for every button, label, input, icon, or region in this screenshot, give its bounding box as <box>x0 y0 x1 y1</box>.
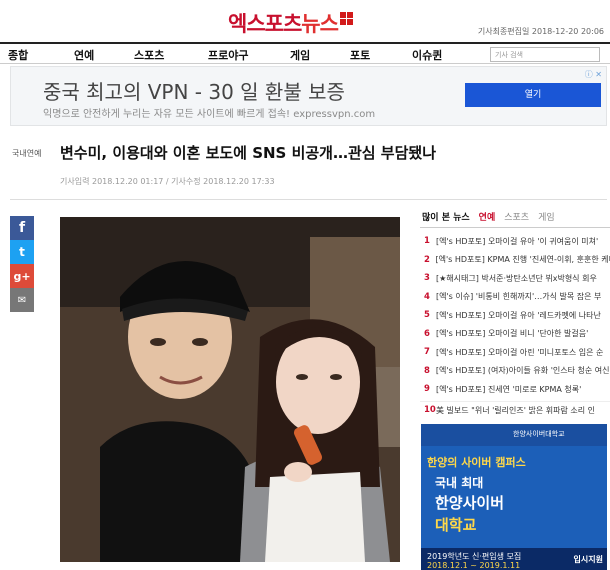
main-nav: 종합 연예 스포츠 프로야구 게임 포토 이슈퀸 기사 검색 <box>0 42 610 64</box>
list-item-title[interactable]: [엑's 이슈] '비통비 힌해까지'…가식 발목 잡은 부 <box>436 291 601 302</box>
list-item[interactable]: 3 [★해시태그] 박서준·방탄소년단 뷔x박형식 회우 <box>420 269 610 288</box>
list-item-title[interactable]: 美 빌보드 "위너 '릴리인즈' 밝은 휘파람 소리 인 <box>436 405 595 416</box>
ad-info-close-icon[interactable]: ⓘ ✕ <box>585 69 602 80</box>
list-item-title[interactable]: [엑's HD포토] 오마이걸 비니 '단아한 발걸음' <box>436 328 588 339</box>
banner-line-1: 한양의 사이버 캠퍼스 <box>427 456 526 469</box>
vpn-ad-banner[interactable]: 중국 최고의 VPN - 30 일 환불 보증 익명으로 안전하게 누리는 자유… <box>10 66 607 126</box>
search-input[interactable]: 기사 검색 <box>490 47 600 62</box>
list-item[interactable]: 9 [엑's HD포토] 진세연 '미로로 KPMA 청록' <box>420 380 610 399</box>
banner-line-2: 국내 최대 <box>435 476 484 490</box>
tab-game[interactable]: 게임 <box>538 210 555 223</box>
banner-line-3: 한양사이버 <box>435 494 505 512</box>
popular-news: 많이 본 뉴스 연예 스포츠 게임 1 [엑's HD포토] 오마이걸 유아 '이… <box>420 210 610 419</box>
list-item[interactable]: 2 [엑's HD포토] KPMA 진행 '진세연-이휘, 훈훈한 케미' <box>420 251 610 270</box>
list-item-title[interactable]: [★해시태그] 박서준·방탄소년단 뷔x박형식 회우 <box>436 273 597 284</box>
popular-news-list: 1 [엑's HD포토] 오마이걸 유아 '이 귀여움이 미쳐' 2 [엑's HD… <box>420 232 610 419</box>
article-headline: 변수미, 이용대와 이혼 보도에 SNS 비공개…관심 부담됐나 <box>60 144 436 162</box>
list-item[interactable]: 5 [엑's HD포토] 오마이걸 유아 '레드카펫에 나타난 <box>420 306 610 325</box>
rank-number: 9 <box>424 384 430 395</box>
nav-item-issue-queen[interactable]: 이슈퀸 <box>412 47 442 63</box>
ad-open-button[interactable]: 열기 <box>465 83 601 107</box>
rank-number: 8 <box>424 365 430 376</box>
article-dates: 기사입력 2018.12.20 01:17 / 기사수정 2018.12.20 … <box>60 177 275 186</box>
rank-number: 1 <box>424 236 430 247</box>
site-logo[interactable]: 엑스포츠 뉴스 <box>228 8 353 38</box>
nav-item-baseball[interactable]: 프로야구 <box>208 47 248 63</box>
university-ad-banner[interactable]: 한양사이버대학교 한양의 사이버 캠퍼스 국내 최대 한양사이버 대학교 201… <box>421 424 607 570</box>
list-item-title[interactable]: [엑's HD포토] 오마이걸 아린 '미니포토스 입은 순 <box>436 347 603 358</box>
logo-mark-icon <box>339 11 353 25</box>
share-bar: f t g+ ✉ <box>10 216 34 312</box>
rank-number: 10 <box>424 405 436 416</box>
list-item-title[interactable]: [엑's HD포토] 오마이걸 유아 '레드카펫에 나타난 <box>436 310 601 321</box>
popular-news-header: 많이 본 뉴스 연예 스포츠 게임 <box>420 210 610 228</box>
banner-period-text: 2018.12.1 ~ 2019.1.11 <box>427 561 521 570</box>
list-item[interactable]: 1 [엑's HD포토] 오마이걸 유아 '이 귀여움이 미쳐' <box>420 232 610 251</box>
list-item[interactable]: 7 [엑's HD포토] 오마이걸 아린 '미니포토스 입은 순 <box>420 343 610 362</box>
rank-number: 3 <box>424 273 430 284</box>
rank-number: 2 <box>424 254 430 265</box>
email-icon[interactable]: ✉ <box>10 288 34 312</box>
list-item[interactable]: 4 [엑's 이슈] '비통비 힌해까지'…가식 발목 잡은 부 <box>420 288 610 307</box>
edit-date: 기사최종편집일 2018-12-20 20:06 <box>477 27 604 36</box>
logo-text-main: 엑스포츠 <box>228 12 302 36</box>
nav-item-photo[interactable]: 포토 <box>350 47 370 63</box>
header-divider <box>10 199 607 200</box>
list-item[interactable]: 8 [엑's HD포토] (여자)아이들 유화 '인스타 청순 여신' <box>420 362 610 381</box>
list-item[interactable]: 10 美 빌보드 "위너 '릴리인즈' 밝은 휘파람 소리 인 <box>420 400 610 420</box>
rank-number: 4 <box>424 291 430 302</box>
list-item-title[interactable]: [엑's HD포토] (여자)아이들 유화 '인스타 청순 여신' <box>436 365 610 376</box>
logo-text-news: 뉴스 <box>301 12 339 36</box>
banner-line-4: 대학교 <box>435 516 477 534</box>
list-item-title[interactable]: [엑's HD포토] 진세연 '미로로 KPMA 청록' <box>436 384 581 395</box>
tab-entertainment[interactable]: 연예 <box>479 210 496 223</box>
rank-number: 7 <box>424 347 430 358</box>
section-label[interactable]: 국내연예 <box>12 148 41 159</box>
rank-number: 5 <box>424 310 430 321</box>
list-item-title[interactable]: [엑's HD포토] KPMA 진행 '진세연-이휘, 훈훈한 케미' <box>435 254 610 265</box>
banner-apply-button[interactable]: 입시지원 <box>574 554 603 565</box>
nav-item-game[interactable]: 게임 <box>290 47 310 63</box>
google-plus-icon[interactable]: g+ <box>10 264 34 288</box>
article-photo <box>60 217 400 562</box>
popular-news-title: 많이 본 뉴스 <box>422 213 470 223</box>
list-item[interactable]: 6 [엑's HD포토] 오마이걸 비니 '단아한 발걸음' <box>420 325 610 344</box>
list-item-title[interactable]: [엑's HD포토] 오마이걸 유아 '이 귀여움이 미쳐' <box>436 236 598 247</box>
tab-sports[interactable]: 스포츠 <box>504 210 529 223</box>
ad-subtitle: 익명으로 안전하게 누리는 자유 모든 사이트에 빠르게 접속! express… <box>43 109 376 120</box>
ad-title: 중국 최고의 VPN - 30 일 환불 보증 <box>43 80 345 104</box>
nav-item-entertainment[interactable]: 연예 <box>74 47 94 63</box>
nav-item-sports[interactable]: 스포츠 <box>134 47 164 63</box>
banner-bottom-strip: 2019학년도 신·편입생 모집 2018.12.1 ~ 2019.1.11 입… <box>421 548 607 570</box>
nav-item-general[interactable]: 종합 <box>8 47 28 63</box>
facebook-icon[interactable]: f <box>10 216 34 240</box>
rank-number: 6 <box>424 328 430 339</box>
twitter-icon[interactable]: t <box>10 240 34 264</box>
banner-school-logo: 한양사이버대학교 <box>513 430 565 438</box>
